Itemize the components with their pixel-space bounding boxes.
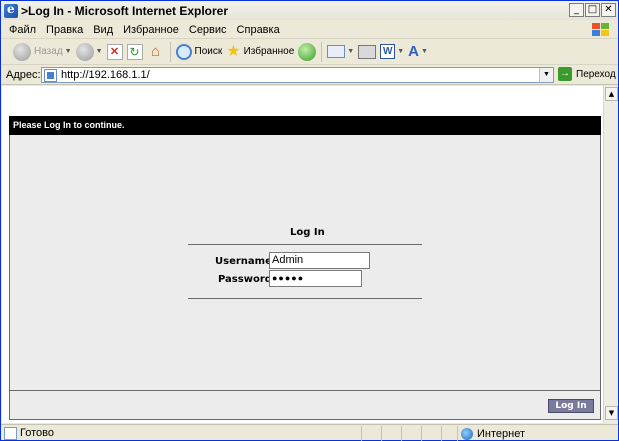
- page-icon: [44, 68, 57, 82]
- security-zone: Интернет: [457, 426, 525, 441]
- zone-label: Интернет: [477, 427, 525, 440]
- toolbar-separator: [169, 41, 171, 62]
- ie-logo-icon: [4, 2, 18, 18]
- mail-icon: [327, 45, 346, 58]
- go-button[interactable]: → Переход: [558, 67, 616, 81]
- menu-bar: Файл Правка Вид Избранное Сервис Справка: [1, 21, 618, 39]
- dropdown-arrow-icon: ▼: [64, 48, 72, 55]
- title-bar: >Log In - Microsoft Internet Explorer _ …: [1, 1, 618, 20]
- edit-button[interactable]: W ▼: [378, 41, 406, 63]
- address-url: http://192.168.1.1/: [61, 69, 150, 81]
- forward-arrow-icon: [75, 42, 94, 61]
- scroll-down-icon[interactable]: ▼: [605, 406, 618, 420]
- login-panel: Log In Username: Admin Password: ●●●●● L…: [9, 135, 601, 420]
- username-label: Username:: [215, 256, 276, 267]
- address-input[interactable]: http://192.168.1.1/ ▼: [41, 67, 554, 83]
- password-input[interactable]: ●●●●●: [269, 270, 362, 287]
- login-banner: Please Log In to continue.: [9, 116, 601, 135]
- window-title: >Log In - Microsoft Internet Explorer: [21, 3, 229, 18]
- dropdown-arrow-icon: ▼: [421, 48, 428, 55]
- menu-edit[interactable]: Правка: [41, 24, 88, 36]
- status-pane: [401, 426, 421, 441]
- home-button[interactable]: ⌂: [145, 41, 167, 63]
- stop-button[interactable]: ✕: [105, 41, 125, 63]
- address-dropdown-icon[interactable]: ▼: [539, 68, 553, 82]
- status-text: Готово: [20, 427, 54, 439]
- close-button[interactable]: ✕: [601, 3, 616, 17]
- refresh-icon: ↻: [126, 43, 143, 60]
- go-arrow-icon: →: [558, 67, 572, 81]
- username-input[interactable]: Admin: [269, 252, 370, 269]
- star-icon: ★: [226, 42, 241, 60]
- status-pane: [381, 426, 401, 441]
- history-icon: [298, 42, 317, 61]
- form-divider-bottom: [188, 298, 422, 299]
- form-divider-top: [188, 244, 422, 245]
- favorites-label: Избранное: [243, 46, 295, 57]
- search-icon: [175, 43, 192, 60]
- menu-favorites[interactable]: Избранное: [118, 24, 184, 36]
- globe-icon: [461, 427, 473, 440]
- address-bar: Адрес: http://192.168.1.1/ ▼ → Переход: [1, 65, 618, 85]
- password-label: Password:: [218, 274, 276, 285]
- home-icon: ⌂: [151, 42, 161, 60]
- menu-file[interactable]: Файл: [1, 24, 41, 36]
- windows-logo-icon: [590, 22, 612, 38]
- status-pane: [421, 426, 441, 441]
- search-button[interactable]: Поиск: [174, 41, 225, 63]
- dropdown-arrow-icon: ▼: [347, 48, 355, 55]
- go-label: Переход: [576, 68, 616, 80]
- standard-toolbar: Назад ▼ ▼ ✕ ↻ ⌂ Поиск ★ Избранное ▼ W ▼ …: [1, 39, 618, 65]
- menu-help[interactable]: Справка: [232, 24, 285, 36]
- page-status-icon: [4, 426, 17, 440]
- back-button[interactable]: Назад ▼: [11, 41, 74, 63]
- search-label: Поиск: [194, 46, 223, 57]
- refresh-button[interactable]: ↻: [125, 41, 145, 63]
- vertical-scrollbar[interactable]: ▲ ▼: [603, 86, 618, 423]
- minimize-button[interactable]: _: [569, 3, 584, 17]
- menu-tools[interactable]: Сервис: [184, 24, 232, 36]
- browser-window: >Log In - Microsoft Internet Explorer _ …: [0, 0, 619, 441]
- panel-divider: [10, 390, 600, 391]
- toolbar-separator: [321, 41, 323, 62]
- back-arrow-icon: [13, 42, 31, 61]
- stop-icon: ✕: [106, 43, 123, 60]
- print-button[interactable]: [356, 41, 378, 63]
- back-label: Назад: [34, 46, 63, 57]
- mail-button[interactable]: ▼: [325, 41, 356, 63]
- login-button[interactable]: Log In: [548, 399, 594, 413]
- address-label: Адрес:: [6, 68, 41, 81]
- maximize-button[interactable]: □: [585, 3, 600, 17]
- status-panes: [361, 426, 461, 441]
- status-pane: [361, 426, 381, 441]
- forward-button[interactable]: ▼: [74, 41, 105, 63]
- word-icon: W: [380, 44, 396, 59]
- history-button[interactable]: [296, 41, 318, 63]
- status-bar: Готово Интернет: [1, 424, 618, 441]
- window-controls: _ □ ✕: [569, 3, 616, 17]
- font-size-icon: A: [408, 42, 419, 60]
- menu-view[interactable]: Вид: [88, 24, 118, 36]
- font-size-button[interactable]: A ▼: [406, 41, 430, 63]
- scroll-up-icon[interactable]: ▲: [605, 87, 618, 101]
- favorites-button[interactable]: ★ Избранное: [224, 41, 296, 63]
- dropdown-arrow-icon: ▼: [397, 48, 405, 55]
- dropdown-arrow-icon: ▼: [95, 48, 103, 55]
- page-viewport: Please Log In to continue. Log In Userna…: [2, 86, 603, 423]
- form-title: Log In: [290, 227, 325, 238]
- printer-icon: [358, 44, 377, 59]
